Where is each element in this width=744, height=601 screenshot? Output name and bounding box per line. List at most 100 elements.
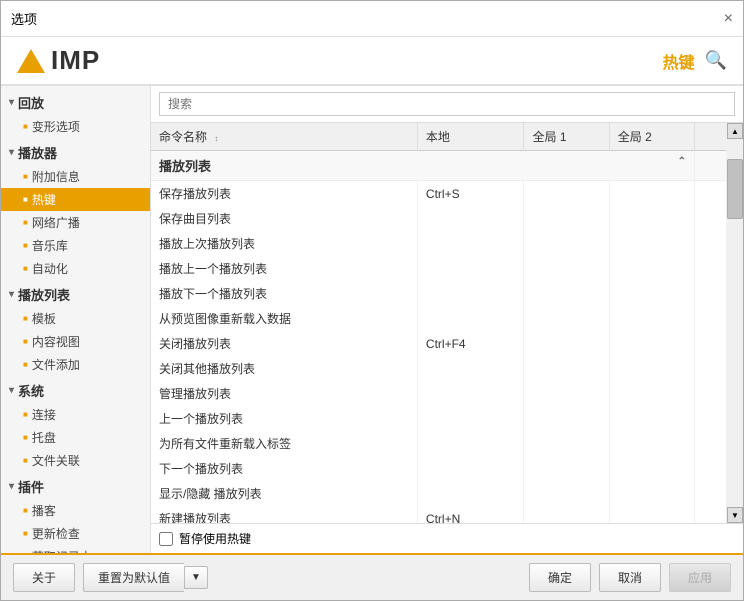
- cmd-local[interactable]: Ctrl+F4: [417, 331, 524, 356]
- table-row[interactable]: 新建播放列表 Ctrl+N: [151, 506, 727, 523]
- cmd-global2[interactable]: [609, 506, 694, 523]
- sidebar-item-get-log[interactable]: 获取记录中: [1, 545, 150, 553]
- sidebar-item-hotkey[interactable]: 热键: [1, 188, 150, 211]
- cmd-global2[interactable]: [609, 381, 694, 406]
- table-row[interactable]: 保存播放列表 Ctrl+S: [151, 181, 727, 207]
- cmd-local[interactable]: Ctrl+N: [417, 506, 524, 523]
- sidebar-item-file-add[interactable]: 文件添加: [1, 353, 150, 376]
- cmd-global2[interactable]: [609, 356, 694, 381]
- table-row[interactable]: 上一个播放列表: [151, 406, 727, 431]
- pause-hotkey-checkbox[interactable]: [159, 532, 173, 546]
- reset-default-dropdown-arrow[interactable]: ▼: [184, 566, 208, 589]
- table-row[interactable]: 关闭其他播放列表: [151, 356, 727, 381]
- collapse-btn-playlist[interactable]: ⌃: [678, 156, 686, 167]
- cmd-global1[interactable]: [524, 381, 609, 406]
- apply-button[interactable]: 应用: [669, 563, 731, 592]
- search-icon-button[interactable]: 🔍: [705, 50, 727, 71]
- table-row[interactable]: 保存曲目列表: [151, 206, 727, 231]
- cmd-local[interactable]: [417, 481, 524, 506]
- search-input[interactable]: [159, 92, 735, 116]
- cmd-local[interactable]: [417, 406, 524, 431]
- hotkey-label: 热键: [663, 49, 695, 73]
- cmd-global1[interactable]: [524, 206, 609, 231]
- cmd-global1[interactable]: [524, 306, 609, 331]
- ok-button[interactable]: 确定: [529, 563, 591, 592]
- table-body: 播放列表 ⌃ 保存播放列表 Ctrl+S 保存曲: [151, 151, 727, 524]
- cmd-global1[interactable]: [524, 431, 609, 456]
- table-row[interactable]: 播放下一个播放列表: [151, 281, 727, 306]
- sidebar-item-tray[interactable]: 托盘: [1, 426, 150, 449]
- sidebar-section-title-playlist[interactable]: 播放列表: [1, 282, 150, 307]
- table-row[interactable]: 播放上次播放列表: [151, 231, 727, 256]
- cmd-global2[interactable]: [609, 281, 694, 306]
- cmd-global1[interactable]: [524, 456, 609, 481]
- cmd-global2[interactable]: [609, 406, 694, 431]
- table-row[interactable]: 管理播放列表: [151, 381, 727, 406]
- sidebar-section-title-player[interactable]: 播放器: [1, 140, 150, 165]
- table-row[interactable]: 关闭播放列表 Ctrl+F4: [151, 331, 727, 356]
- cmd-local[interactable]: [417, 306, 524, 331]
- title-bar: 选项 ×: [1, 1, 743, 37]
- sidebar-item-transform[interactable]: 变形选项: [1, 115, 150, 138]
- cmd-global2[interactable]: [609, 306, 694, 331]
- cmd-local[interactable]: [417, 456, 524, 481]
- sidebar-item-template[interactable]: 模板: [1, 307, 150, 330]
- sidebar-item-update-check[interactable]: 更新检查: [1, 522, 150, 545]
- table-row[interactable]: 从预览图像重新载入数据: [151, 306, 727, 331]
- scrollbar-down-arrow[interactable]: ▼: [727, 507, 743, 523]
- cmd-local[interactable]: [417, 381, 524, 406]
- sidebar-section-title-plugins[interactable]: 插件: [1, 474, 150, 499]
- close-button[interactable]: ×: [724, 11, 733, 27]
- logo-area: IMP 热键 🔍: [1, 37, 743, 86]
- cmd-global2[interactable]: [609, 431, 694, 456]
- cmd-global1[interactable]: [524, 331, 609, 356]
- cmd-global1[interactable]: [524, 231, 609, 256]
- cmd-global2[interactable]: [609, 181, 694, 207]
- cancel-button[interactable]: 取消: [599, 563, 661, 592]
- sidebar-item-music-library[interactable]: 音乐库: [1, 234, 150, 257]
- sidebar-item-content-view[interactable]: 内容视图: [1, 330, 150, 353]
- sidebar-section-title-playback[interactable]: 回放: [1, 90, 150, 115]
- cmd-global1[interactable]: [524, 181, 609, 207]
- cmd-global2[interactable]: [609, 331, 694, 356]
- cmd-global1[interactable]: [524, 406, 609, 431]
- cmd-local[interactable]: [417, 431, 524, 456]
- sidebar-item-connection[interactable]: 连接: [1, 403, 150, 426]
- cmd-global1[interactable]: [524, 356, 609, 381]
- cmd-global2[interactable]: [609, 481, 694, 506]
- cmd-name: 从预览图像重新载入数据: [151, 306, 417, 331]
- sidebar-item-file-assoc[interactable]: 文件关联: [1, 449, 150, 472]
- about-button[interactable]: 关于: [13, 563, 75, 592]
- table-row[interactable]: 下一个播放列表: [151, 456, 727, 481]
- table-row[interactable]: 为所有文件重新载入标签: [151, 431, 727, 456]
- cmd-global1[interactable]: [524, 506, 609, 523]
- sidebar-item-network-radio[interactable]: 网络广播: [1, 211, 150, 234]
- logo-right: 热键 🔍: [663, 49, 727, 73]
- cmd-local[interactable]: [417, 206, 524, 231]
- scrollbar-up-arrow[interactable]: ▲: [727, 123, 743, 139]
- search-bar: [151, 86, 743, 123]
- sidebar-section-title-system[interactable]: 系统: [1, 378, 150, 403]
- sidebar-item-automation[interactable]: 自动化: [1, 257, 150, 280]
- cmd-local[interactable]: [417, 281, 524, 306]
- sidebar-item-addon-info[interactable]: 附加信息: [1, 165, 150, 188]
- cmd-global1[interactable]: [524, 256, 609, 281]
- sidebar-item-podcast[interactable]: 播客: [1, 499, 150, 522]
- vertical-scrollbar[interactable]: ▲ ▼: [727, 123, 743, 523]
- cmd-global2[interactable]: [609, 256, 694, 281]
- cmd-local[interactable]: [417, 256, 524, 281]
- table-header-row: 命令名称 ↕ 本地 全局 1 全局 2: [151, 123, 727, 151]
- cmd-global1[interactable]: [524, 481, 609, 506]
- cmd-local[interactable]: Ctrl+S: [417, 181, 524, 207]
- cmd-local[interactable]: [417, 356, 524, 381]
- cmd-global2[interactable]: [609, 231, 694, 256]
- cmd-global2[interactable]: [609, 456, 694, 481]
- reset-default-button[interactable]: 重置为默认值: [83, 563, 184, 592]
- table-row[interactable]: 播放上一个播放列表: [151, 256, 727, 281]
- cmd-arrow: [694, 331, 726, 356]
- table-row[interactable]: 显示/隐藏 播放列表: [151, 481, 727, 506]
- cmd-global2[interactable]: [609, 206, 694, 231]
- cmd-global1[interactable]: [524, 281, 609, 306]
- scrollbar-thumb[interactable]: [727, 159, 743, 219]
- cmd-local[interactable]: [417, 231, 524, 256]
